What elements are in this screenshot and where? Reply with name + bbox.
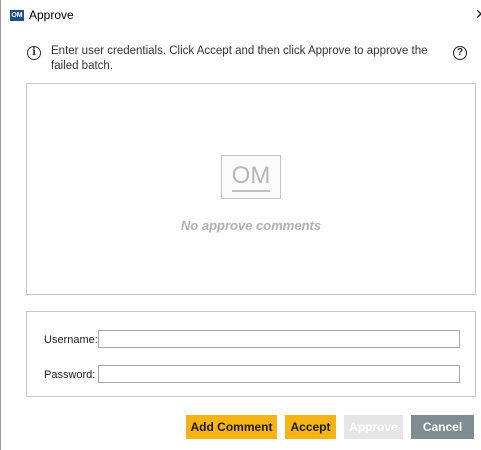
password-input[interactable] bbox=[98, 365, 460, 383]
help-icon[interactable]: ? bbox=[453, 46, 467, 60]
window-title: Approve bbox=[29, 8, 74, 22]
close-icon[interactable]: ✕ bbox=[475, 6, 481, 22]
cancel-button[interactable]: Cancel bbox=[411, 415, 474, 439]
add-comment-button[interactable]: Add Comment bbox=[186, 415, 277, 439]
title-bar: OM Approve ✕ bbox=[1, 0, 481, 22]
username-input[interactable] bbox=[98, 330, 460, 348]
no-comments-message: No approve comments bbox=[180, 218, 322, 233]
credentials-panel: Username: Password: bbox=[26, 311, 476, 397]
accept-button[interactable]: Accept bbox=[285, 415, 336, 439]
om-app-icon: OM bbox=[10, 10, 24, 21]
approve-button[interactable]: Approve bbox=[344, 415, 403, 439]
om-logo: OM bbox=[221, 155, 281, 199]
approve-dialog: OM Approve ✕ i Enter user credentials. C… bbox=[0, 0, 481, 450]
om-logo-text: OM bbox=[231, 162, 271, 189]
instruction-text: Enter user credentials. Click Accept and… bbox=[51, 45, 428, 72]
comments-panel: OM No approve comments bbox=[26, 83, 476, 295]
password-label: Password: bbox=[44, 369, 96, 381]
username-label: Username: bbox=[44, 334, 98, 346]
info-icon: i bbox=[27, 46, 41, 60]
